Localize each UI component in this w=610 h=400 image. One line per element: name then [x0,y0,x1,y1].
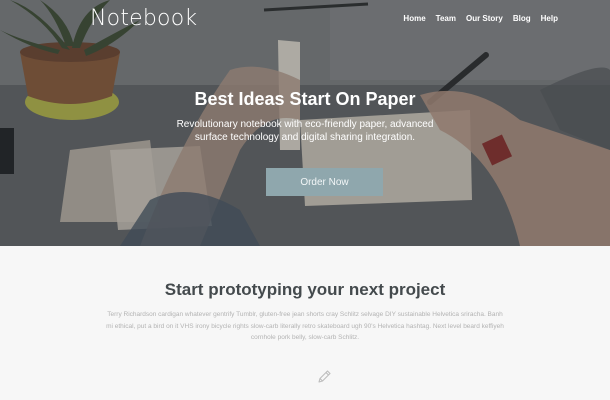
hero-title: Best Ideas Start On Paper [194,89,416,109]
hero-subtitle: Revolutionary notebook with eco-friendly… [176,119,434,143]
nav-item-our-story[interactable]: Our Story [466,14,503,23]
nav-item-home[interactable]: Home [403,14,425,23]
order-now-button[interactable]: Order Now [266,168,383,196]
section-title: Start prototyping your next project [164,280,446,299]
section-body: Terry Richardson cardigan whatever gentr… [106,311,504,341]
pencil-icon [318,370,331,383]
nav-item-help[interactable]: Help [541,14,558,23]
hero-section: Notebook Home Team Our Story Blog Help B… [0,0,610,246]
main-nav: Home Team Our Story Blog Help [403,14,558,23]
intro-section: Start prototyping your next project Terr… [0,246,610,400]
brand-logo[interactable]: Notebook [90,6,197,31]
nav-item-blog[interactable]: Blog [513,14,531,23]
nav-item-team[interactable]: Team [436,14,456,23]
